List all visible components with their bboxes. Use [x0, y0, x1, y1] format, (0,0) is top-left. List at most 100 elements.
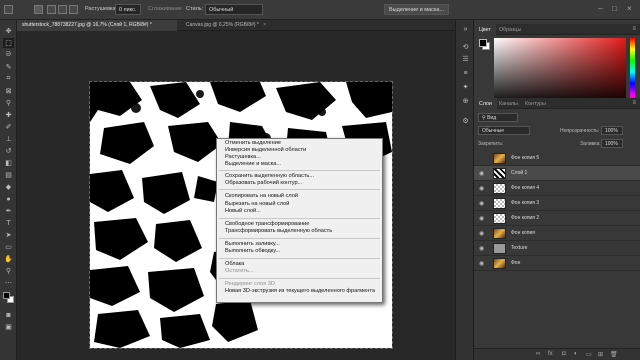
tab-color[interactable]: Цвет: [474, 24, 496, 35]
tab-canvas[interactable]: Canvas.jpg @ 6,25% (RGB/8#) * ×: [181, 20, 301, 31]
eyedropper-icon[interactable]: ⚲: [3, 98, 14, 108]
healing-brush-icon[interactable]: ✚: [3, 110, 14, 120]
tab-paths[interactable]: Контуры: [520, 98, 551, 109]
new-group-icon[interactable]: ▭: [586, 351, 592, 358]
layer-row[interactable]: Фон копия 5: [474, 151, 640, 166]
eye-icon[interactable]: ◉: [479, 230, 484, 237]
quick-mask-icon[interactable]: ◙: [3, 310, 14, 320]
opacity-input[interactable]: 100%: [601, 126, 623, 135]
dodge-tool-icon[interactable]: ●: [3, 194, 14, 204]
layer-row[interactable]: ◉ Фон копия 2: [474, 211, 640, 226]
menu-item-deselect[interactable]: Отменить выделение: [225, 140, 281, 146]
menu-item-make-work-path[interactable]: Образовать рабочий контур...: [225, 180, 302, 186]
feather-input[interactable]: 0 пикс.: [115, 4, 141, 15]
brush-panel-icon[interactable]: ✦: [460, 82, 471, 92]
trash-icon[interactable]: 🗑: [610, 351, 618, 358]
menu-item-select-mask[interactable]: Выделение и маска...: [225, 161, 281, 167]
layer-row[interactable]: ◉ Фон копия 3: [474, 196, 640, 211]
layer-row[interactable]: ◉ Фон: [474, 256, 640, 271]
panel-menu-icon[interactable]: ≡: [632, 26, 636, 32]
layer-row[interactable]: ◉ Слой 1: [474, 166, 640, 181]
layer-style-icon[interactable]: fx: [548, 351, 553, 357]
layer-row[interactable]: ◉ Фон копия 4: [474, 181, 640, 196]
layer-name[interactable]: Слой 1: [511, 170, 527, 176]
brush-tool-icon[interactable]: ✐: [3, 122, 14, 132]
zoom-tool-icon[interactable]: ⚲: [3, 266, 14, 276]
properties-panel-icon[interactable]: ☰: [460, 54, 471, 64]
menu-item-save-selection[interactable]: Сохранить выделенную область...: [225, 173, 314, 179]
gradient-tool-icon[interactable]: ▤: [3, 170, 14, 180]
subtract-selection-icon[interactable]: [69, 5, 78, 14]
add-mask-icon[interactable]: ◘: [562, 351, 566, 357]
menu-item-layer-via-copy[interactable]: Скопировать на новый слой: [225, 193, 298, 199]
menu-item-fill[interactable]: Выполнить заливку...: [225, 241, 280, 247]
foreground-color-icon[interactable]: [479, 39, 487, 47]
new-layer-icon[interactable]: ⊞: [598, 351, 603, 358]
tab-swatches[interactable]: Образцы: [494, 24, 526, 35]
menu-item-inverse[interactable]: Инверсия выделенной области: [225, 147, 306, 153]
close-tab-icon[interactable]: ×: [263, 22, 266, 28]
more-tools-icon[interactable]: ⋯: [3, 278, 14, 288]
history-brush-icon[interactable]: ↺: [3, 146, 14, 156]
menu-item-feather[interactable]: Растушевка...: [225, 154, 261, 160]
color-picker-field[interactable]: [494, 38, 626, 106]
adjust-panel-icon[interactable]: ≡: [460, 68, 471, 78]
eye-icon[interactable]: ◉: [479, 170, 484, 177]
tab-shutterstock[interactable]: shutterstock_788738227.jpg @ 16,7% (Слой…: [17, 20, 177, 31]
foreground-color-swatch[interactable]: [3, 292, 10, 299]
link-layers-icon[interactable]: ∞: [536, 351, 540, 357]
layer-filter-select[interactable]: ⚲ Вид: [478, 113, 518, 122]
type-tool-icon[interactable]: T: [3, 218, 14, 228]
tab-channels[interactable]: Каналы: [494, 98, 523, 109]
path-select-icon[interactable]: ➤: [3, 230, 14, 240]
layer-name[interactable]: Фон копия 4: [511, 185, 539, 191]
settings-panel-icon[interactable]: ⚙: [460, 116, 471, 126]
eye-icon[interactable]: ◉: [479, 200, 484, 207]
style-select[interactable]: Обычный: [205, 4, 263, 15]
close-icon[interactable]: ×: [627, 4, 632, 13]
eye-icon[interactable]: ◉: [479, 260, 484, 267]
quick-select-icon[interactable]: ✎: [3, 62, 14, 72]
hue-slider[interactable]: [630, 38, 635, 106]
hand-tool-icon[interactable]: ✋: [3, 254, 14, 264]
select-mask-button[interactable]: Выделение и маска...: [384, 4, 450, 15]
rect-marquee-icon[interactable]: [34, 5, 43, 14]
crop-tool-icon[interactable]: ⌗: [3, 74, 14, 84]
menu-item-free-transform[interactable]: Свободное трансформирование: [225, 221, 309, 227]
eraser-tool-icon[interactable]: ◧: [3, 158, 14, 168]
eye-icon[interactable]: ◉: [479, 245, 484, 252]
collapse-icon[interactable]: »: [460, 24, 471, 34]
maximize-icon[interactable]: □: [612, 4, 617, 13]
stamp-tool-icon[interactable]: ⊥: [3, 134, 14, 144]
blend-mode-select[interactable]: Обычные: [478, 126, 530, 135]
history-panel-icon[interactable]: ⟲: [460, 42, 471, 52]
smooth-checkbox[interactable]: Сглаживание: [148, 6, 182, 12]
layer-name[interactable]: Фон: [511, 260, 520, 266]
layer-name[interactable]: Фон копия: [511, 230, 535, 236]
eye-icon[interactable]: ◉: [479, 185, 484, 192]
fill-input[interactable]: 100%: [601, 139, 623, 148]
rectangle-tool-icon[interactable]: ▭: [3, 242, 14, 252]
panel-menu-icon[interactable]: ≡: [632, 100, 636, 106]
ps-home-icon[interactable]: [4, 5, 13, 14]
frame-tool-icon[interactable]: ⊠: [3, 86, 14, 96]
menu-item-3d-extrusion[interactable]: Новая 3D-экструзия из текущего выделенно…: [225, 288, 375, 294]
layer-row[interactable]: ◉ Фон копия: [474, 226, 640, 241]
layer-name[interactable]: Фон копия 2: [511, 215, 539, 221]
layer-row[interactable]: ◉ Texture: [474, 241, 640, 256]
layer-name[interactable]: Фон копия 3: [511, 200, 539, 206]
screen-mode-icon[interactable]: ▣: [3, 322, 14, 332]
layer-name[interactable]: Texture: [511, 245, 527, 251]
lasso-tool-icon[interactable]: ᘐ: [3, 50, 14, 60]
menu-item-stroke[interactable]: Выполнить обводку...: [225, 248, 280, 254]
adjustment-layer-icon[interactable]: ◐: [574, 351, 578, 357]
marquee-tool-icon[interactable]: ⬚: [3, 38, 14, 48]
minimize-icon[interactable]: –: [598, 4, 602, 13]
eye-icon[interactable]: ◉: [479, 215, 484, 222]
menu-item-clouds[interactable]: Облака: [225, 261, 244, 267]
menu-item-transform-selection[interactable]: Трансформировать выделенную область: [225, 228, 332, 234]
menu-item-new-layer[interactable]: Новый слой...: [225, 208, 261, 214]
add-selection-icon[interactable]: [58, 5, 67, 14]
layer-name[interactable]: Фон копия 5: [511, 155, 539, 161]
new-selection-icon[interactable]: [47, 5, 56, 14]
